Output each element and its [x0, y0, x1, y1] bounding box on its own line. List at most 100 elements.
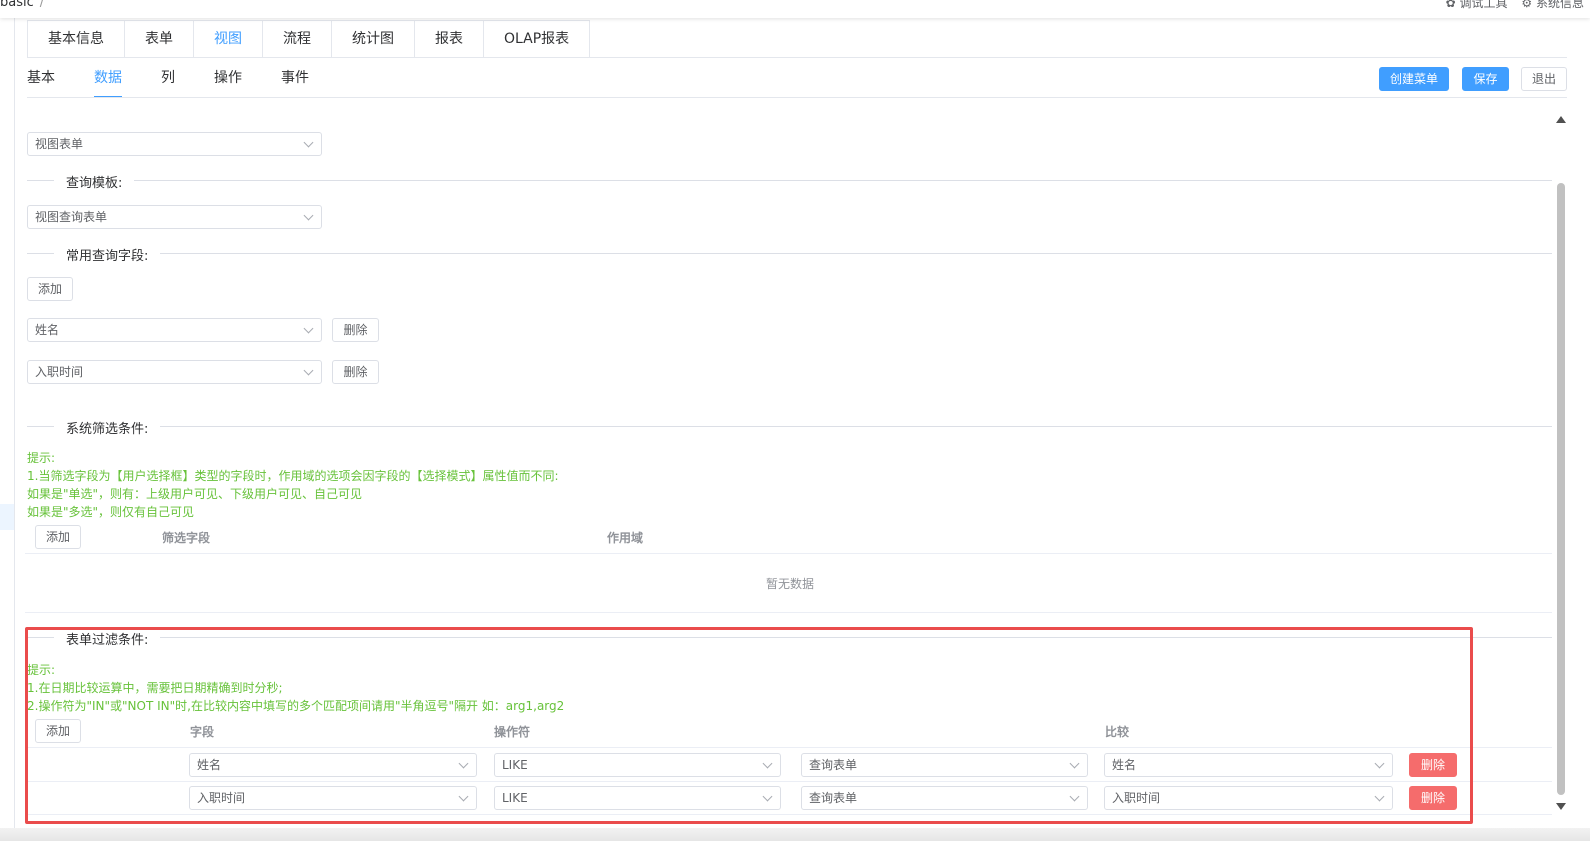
form-filter-hint-line: 2.操作符为"IN"或"NOT IN"时,在比较内容中填写的多个匹配项间请用"半…: [27, 699, 565, 713]
subtab-operations[interactable]: 操作: [214, 66, 242, 98]
filter-operator-value: LIKE: [502, 758, 528, 772]
system-filter-title: 系统筛选条件:: [54, 418, 161, 437]
tab-process[interactable]: 流程: [263, 21, 332, 58]
scroll-up-arrow-icon[interactable]: [1556, 116, 1566, 123]
column-header-compare: 比较: [1105, 725, 1130, 739]
chevron-down-icon: [1374, 758, 1385, 769]
filter-source-value: 查询表单: [809, 791, 858, 805]
filter-field-value: 入职时间: [197, 791, 246, 805]
sub-tabs-divider: [27, 97, 1567, 98]
section-divider: [27, 426, 1552, 427]
debug-tool-label: 调试工具: [1459, 0, 1508, 10]
system-filter-hint-line: 如果是"单选"，则有：上级用户可见、下级用户可见、自己可见: [27, 487, 363, 501]
form-filter-title: 表单过滤条件:: [54, 629, 161, 648]
filter-source-value: 查询表单: [809, 758, 858, 772]
query-template-select[interactable]: 视图查询表单: [27, 205, 322, 229]
view-form-select[interactable]: 视图表单: [27, 132, 322, 156]
chevron-down-icon: [1069, 758, 1080, 769]
section-divider: [27, 637, 1552, 638]
debug-tool-link[interactable]: ✿ 调试工具: [1446, 0, 1508, 10]
delete-common-field-button[interactable]: 删除: [332, 318, 379, 342]
system-info-link[interactable]: ⚙ 系统信息: [1521, 0, 1584, 10]
filter-source-select[interactable]: 查询表单: [801, 753, 1088, 777]
scroll-down-arrow-icon[interactable]: [1556, 803, 1566, 810]
common-field-value: 姓名: [35, 323, 60, 337]
exit-button[interactable]: 退出: [1521, 67, 1567, 91]
main-tabs: 基本信息 表单 视图 流程 统计图 报表 OLAP报表: [27, 20, 591, 58]
chevron-down-icon: [1374, 791, 1385, 802]
breadcrumb-separator: /: [39, 0, 45, 10]
system-filter-hint-line: 如果是"多选"，则仅有自己可见: [27, 505, 195, 519]
chevron-down-icon: [458, 791, 469, 802]
column-header-filter-field: 筛选字段: [162, 531, 211, 545]
query-template-value: 视图查询表单: [35, 210, 108, 224]
filter-operator-select[interactable]: LIKE: [494, 753, 781, 777]
add-form-filter-button[interactable]: 添加: [35, 719, 81, 743]
add-system-filter-button[interactable]: 添加: [35, 525, 81, 549]
table-row-divider: [25, 814, 1552, 815]
column-header-operator: 操作符: [494, 725, 531, 739]
bug-icon: ✿: [1445, 0, 1456, 10]
system-filter-hint-line: 1.当筛选字段为【用户选择框】类型的字段时，作用域的选项会因字段的【选择模式】属…: [27, 469, 559, 483]
chevron-down-icon: [762, 758, 773, 769]
common-field-value: 入职时间: [35, 365, 84, 379]
breadcrumb: basic /: [0, 0, 44, 10]
chevron-down-icon: [1069, 791, 1080, 802]
filter-operator-select[interactable]: LIKE: [494, 786, 781, 810]
filter-field-select[interactable]: 入职时间: [189, 786, 477, 810]
common-field-select[interactable]: 入职时间: [27, 360, 322, 384]
view-form-select-value: 视图表单: [35, 137, 84, 151]
save-button[interactable]: 保存: [1462, 67, 1509, 91]
delete-common-field-button[interactable]: 删除: [332, 360, 379, 384]
filter-compare-select[interactable]: 姓名: [1104, 753, 1393, 777]
chevron-down-icon: [303, 210, 314, 221]
create-menu-button[interactable]: 创建菜单: [1379, 67, 1449, 91]
query-template-title: 查询模板:: [54, 172, 135, 191]
subtab-columns[interactable]: 列: [161, 66, 175, 98]
filter-field-value: 姓名: [197, 758, 222, 772]
filter-source-select[interactable]: 查询表单: [801, 786, 1088, 810]
empty-table-text: 暂无数据: [766, 577, 815, 591]
table-divider: [25, 553, 1552, 554]
delete-filter-button[interactable]: 删除: [1409, 753, 1457, 777]
section-divider: [27, 180, 1552, 181]
tab-basic-info[interactable]: 基本信息: [28, 21, 125, 58]
filter-field-select[interactable]: 姓名: [189, 753, 477, 777]
common-fields-title: 常用查询字段:: [54, 245, 161, 264]
tab-report[interactable]: 报表: [415, 21, 484, 58]
delete-filter-button[interactable]: 删除: [1409, 786, 1457, 810]
filter-compare-value: 姓名: [1112, 758, 1137, 772]
breadcrumb-item[interactable]: basic: [0, 0, 34, 10]
table-divider: [25, 612, 1552, 613]
chevron-down-icon: [458, 758, 469, 769]
left-sidebar-edge: [0, 18, 15, 841]
header-tools: ✿ 调试工具 ⚙ 系统信息: [1436, 0, 1584, 11]
tab-chart[interactable]: 统计图: [332, 21, 415, 58]
main-tabs-divider: [27, 57, 1567, 58]
tab-olap-report[interactable]: OLAP报表: [484, 21, 590, 58]
subtab-basic[interactable]: 基本: [27, 66, 55, 98]
section-divider: [27, 253, 1552, 254]
column-header-field: 字段: [190, 725, 215, 739]
subtab-data[interactable]: 数据: [94, 66, 122, 98]
table-row-divider: [25, 781, 1552, 782]
gear-icon: ⚙: [1521, 0, 1533, 10]
chevron-down-icon: [303, 365, 314, 376]
common-field-select[interactable]: 姓名: [27, 318, 322, 342]
column-header-scope: 作用域: [607, 531, 644, 545]
system-filter-hint-title: 提示:: [27, 451, 56, 465]
bottom-edge: [0, 828, 1590, 841]
system-info-label: 系统信息: [1535, 0, 1584, 10]
add-common-field-button[interactable]: 添加: [27, 277, 73, 301]
table-divider: [25, 747, 1552, 748]
top-header: basic / ✿ 调试工具 ⚙ 系统信息: [0, 0, 1590, 18]
form-filter-hint-title: 提示:: [27, 663, 56, 677]
filter-compare-select[interactable]: 入职时间: [1104, 786, 1393, 810]
chevron-down-icon: [303, 323, 314, 334]
scrollbar-thumb[interactable]: [1557, 183, 1565, 795]
filter-operator-value: LIKE: [502, 791, 528, 805]
tab-view[interactable]: 视图: [194, 21, 263, 58]
tab-form[interactable]: 表单: [125, 21, 194, 58]
subtab-events[interactable]: 事件: [281, 66, 309, 98]
chevron-down-icon: [303, 137, 314, 148]
